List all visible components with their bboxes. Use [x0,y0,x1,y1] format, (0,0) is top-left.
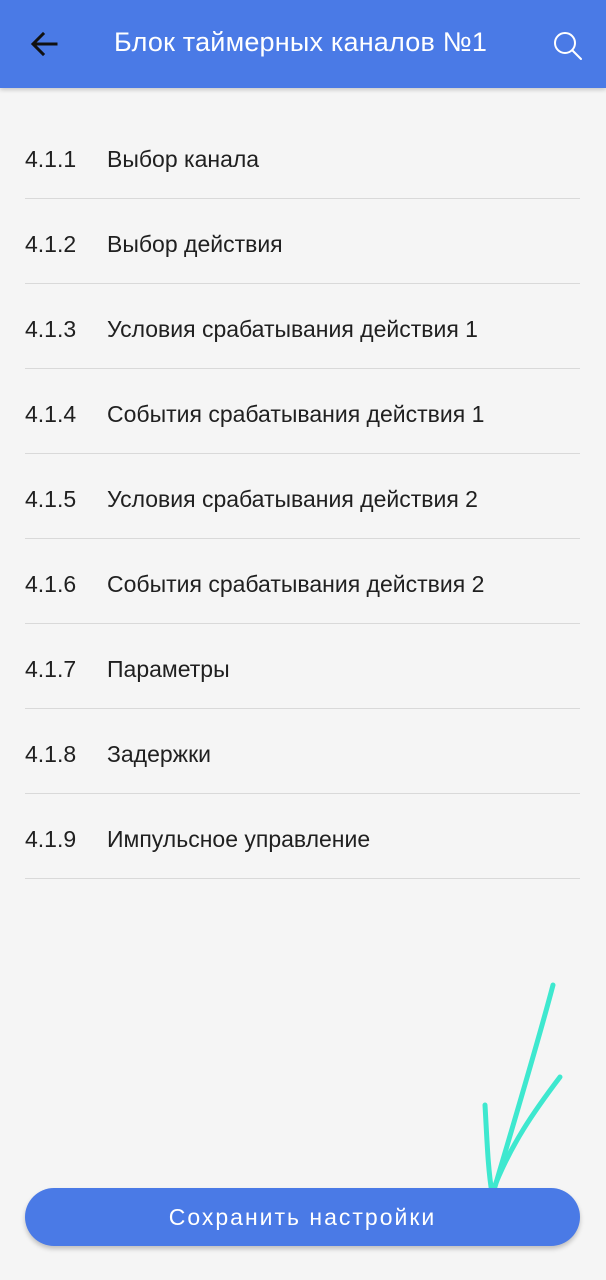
top-app-bar: Блок таймерных каналов №1 [0,0,606,88]
item-number: 4.1.3 [25,316,77,342]
item-label: Задержки [107,741,211,767]
list-item[interactable]: 4.1.4 События срабатывания действия 1 [25,369,580,454]
list-item[interactable]: 4.1.5 Условия срабатывания действия 2 [25,454,580,539]
page-title: Блок таймерных каналов №1 [114,27,488,57]
search-icon [554,32,582,60]
save-settings-button[interactable]: Сохранить настройки [25,1188,580,1246]
item-number: 4.1.5 [25,486,77,512]
list-item[interactable]: 4.1.6 События срабатывания действия 2 [25,539,580,624]
hand-drawn-arrow-icon [482,982,563,1196]
item-label: Параметры [107,656,230,682]
item-label: Условия срабатывания действия 2 [107,486,478,512]
search-button[interactable] [548,26,588,66]
item-label: Выбор канала [107,146,260,172]
list-item[interactable]: 4.1.1 Выбор канала [25,114,580,199]
list-item[interactable]: 4.1.3 Условия срабатывания действия 1 [25,284,580,369]
list-item[interactable]: 4.1.2 Выбор действия [25,199,580,284]
item-number: 4.1.7 [25,656,77,682]
app-screen: Блок таймерных каналов №1 4.1.1 Выбор ка… [0,0,606,1280]
list-item[interactable]: 4.1.9 Импульсное управление [25,794,580,879]
item-label: Импульсное управление [107,826,371,852]
item-number: 4.1.6 [25,571,77,597]
item-label: События срабатывания действия 1 [107,401,485,427]
arrow-left-icon [30,31,58,57]
item-number: 4.1.2 [25,231,77,257]
list-item[interactable]: 4.1.8 Задержки [25,709,580,794]
item-number: 4.1.8 [25,741,77,767]
item-number: 4.1.4 [25,401,77,427]
item-label: События срабатывания действия 2 [107,571,485,597]
item-label: Условия срабатывания действия 1 [107,316,478,342]
item-number: 4.1.1 [25,146,77,172]
list-item[interactable]: 4.1.7 Параметры [25,624,580,709]
back-button[interactable] [24,24,64,64]
settings-menu-list: 4.1.1 Выбор канала 4.1.2 Выбор действия … [25,114,580,879]
item-label: Выбор действия [107,231,283,257]
item-number: 4.1.9 [25,826,77,852]
